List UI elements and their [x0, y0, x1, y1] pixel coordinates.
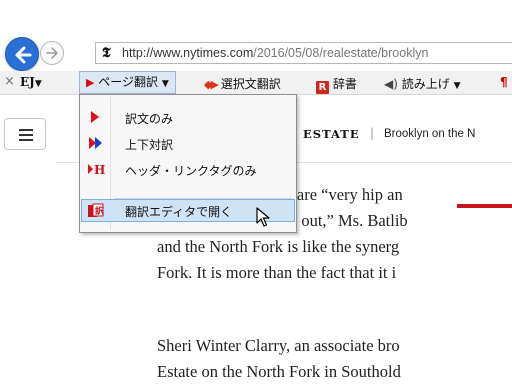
browser-top-strip	[0, 0, 512, 38]
section-subtitle[interactable]: Brooklyn on the N	[384, 128, 475, 140]
selection-translate-button[interactable]: ◆▶ 選択文翻訳	[204, 75, 281, 92]
menu-item-translation-only[interactable]: 訳文のみ	[81, 106, 295, 129]
page-translate-button[interactable]: ▶ ページ翻訳 ▼	[79, 71, 176, 94]
svg-text:H: H	[94, 163, 105, 176]
read-aloud-button[interactable]: ◀) 読み上げ ▼	[384, 75, 461, 92]
back-arrow-icon	[15, 46, 32, 64]
svg-text:訳: 訳	[95, 205, 105, 217]
article-line: Fork. It is more than the fact that it i	[157, 263, 397, 282]
article-paragraph: Sheri Winter Clarry, an associate bro Es…	[0, 333, 512, 385]
article-line: Estate on the North Fork in Southold	[157, 362, 401, 381]
translation-toolbar: × EJ▼ ▶ ページ翻訳 ▼ ◆▶ 選択文翻訳 R 辞書 ◀) 読み上げ ▼ …	[0, 71, 512, 95]
section-separator: |	[370, 126, 375, 140]
article-line: and the North Fork is like the synerg	[157, 237, 400, 256]
single-arrow-icon	[87, 110, 105, 125]
header-tag-icon: H	[87, 162, 105, 177]
site-favicon-icon: 𝕿	[102, 45, 111, 61]
menu-button[interactable]	[4, 118, 46, 150]
menu-item-parallel-translation[interactable]: 上下対訳	[81, 132, 295, 155]
back-button[interactable]	[5, 37, 39, 71]
toolbar-close-button[interactable]: ×	[4, 74, 15, 89]
hamburger-icon	[19, 129, 33, 131]
double-arrow-icon	[87, 136, 105, 151]
forward-arrow-icon	[46, 47, 58, 59]
page-translate-icon: ▶	[86, 76, 95, 89]
speaker-icon: ◀)	[384, 77, 398, 91]
dictionary-button[interactable]: R 辞書	[316, 75, 357, 94]
address-bar[interactable]: 𝕿 http://www.nytimes.com/2016/05/08/real…	[95, 42, 512, 64]
section-name[interactable]: ESTATE	[303, 127, 360, 141]
mouse-cursor-icon	[256, 207, 270, 231]
dictionary-icon: R	[316, 81, 329, 94]
translation-editor-icon: 訳	[87, 203, 105, 218]
menu-item-header-link-only[interactable]: H ヘッダ・リンクタグのみ	[81, 158, 295, 181]
ej-direction-dropdown[interactable]: EJ▼	[20, 75, 42, 89]
url-text: http://www.nytimes.com/2016/05/08/reales…	[122, 46, 429, 60]
chevron-down-icon: ▼	[453, 81, 461, 91]
toolbar-overflow-icon[interactable]: ¶	[500, 75, 508, 89]
article-line: Sheri Winter Clarry, an associate bro	[157, 336, 400, 355]
chevron-down-icon: ▼	[161, 79, 169, 89]
selection-translate-icon: ◆▶	[204, 78, 219, 91]
forward-button[interactable]	[40, 41, 64, 65]
